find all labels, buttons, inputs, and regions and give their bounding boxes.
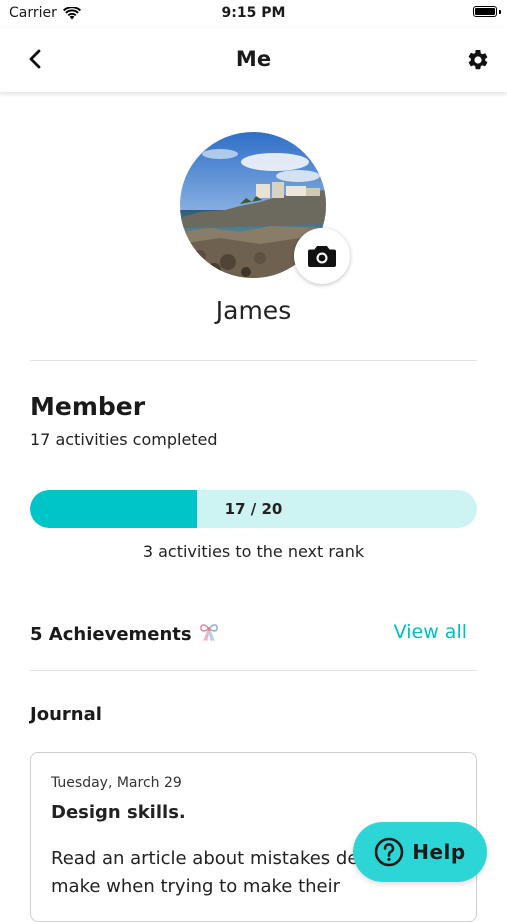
journal-title: Journal: [30, 704, 102, 725]
gear-icon: [468, 49, 488, 70]
help-button[interactable]: Help: [353, 822, 487, 882]
help-label: Help: [412, 840, 466, 864]
battery-icon: [473, 6, 497, 17]
divider: [30, 360, 477, 361]
progress-label: 17 / 20: [224, 500, 283, 518]
journal-entry-title: Design skills.: [51, 802, 186, 823]
status-bar: Carrier 9:15 PM: [0, 0, 507, 28]
user-name: James: [215, 296, 292, 325]
achievements-label: 5 Achievements: [30, 624, 192, 645]
achievements-title: 5 Achievements: [30, 621, 220, 645]
change-photo-button[interactable]: [294, 228, 350, 284]
rank-progress-bar: 17 / 20: [30, 490, 477, 528]
camera-icon: [308, 246, 336, 267]
settings-button[interactable]: [465, 47, 491, 73]
ribbon-icon: [200, 624, 218, 642]
status-time: 9:15 PM: [221, 5, 286, 21]
question-circle-icon: [374, 837, 404, 867]
activities-completed: 17 activities completed: [30, 430, 218, 449]
divider: [30, 670, 477, 671]
battery-cap: [499, 10, 501, 14]
next-rank-caption: 3 activities to the next rank: [142, 542, 365, 561]
page-title: Me: [235, 47, 272, 71]
view-all-achievements-link[interactable]: View all: [394, 621, 467, 643]
journal-entry-date: Tuesday, March 29: [51, 775, 182, 791]
rank-title: Member: [30, 392, 146, 421]
navigation-bar: Me: [0, 28, 507, 92]
